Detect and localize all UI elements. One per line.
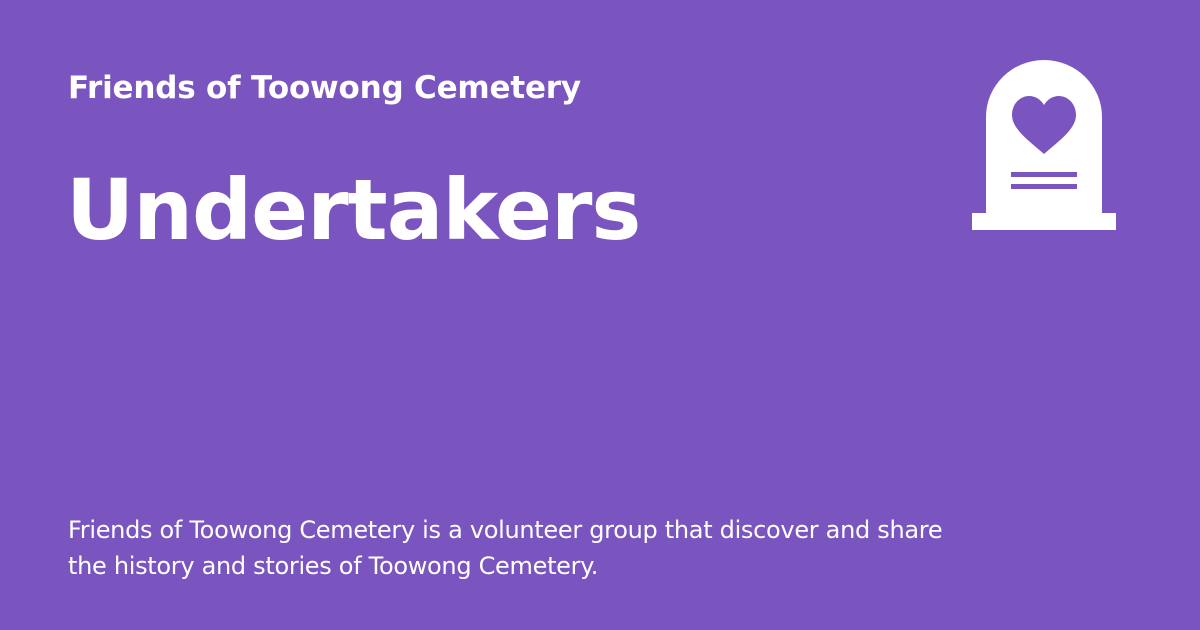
org-name: Friends of Toowong Cemetery (68, 70, 581, 106)
page-description: Friends of Toowong Cemetery is a volunte… (68, 516, 943, 580)
tombstone-heart-icon (972, 60, 1116, 230)
page-title: Undertakers (66, 161, 641, 259)
social-card: Friends of Toowong Cemetery Undertakers … (0, 0, 1200, 630)
